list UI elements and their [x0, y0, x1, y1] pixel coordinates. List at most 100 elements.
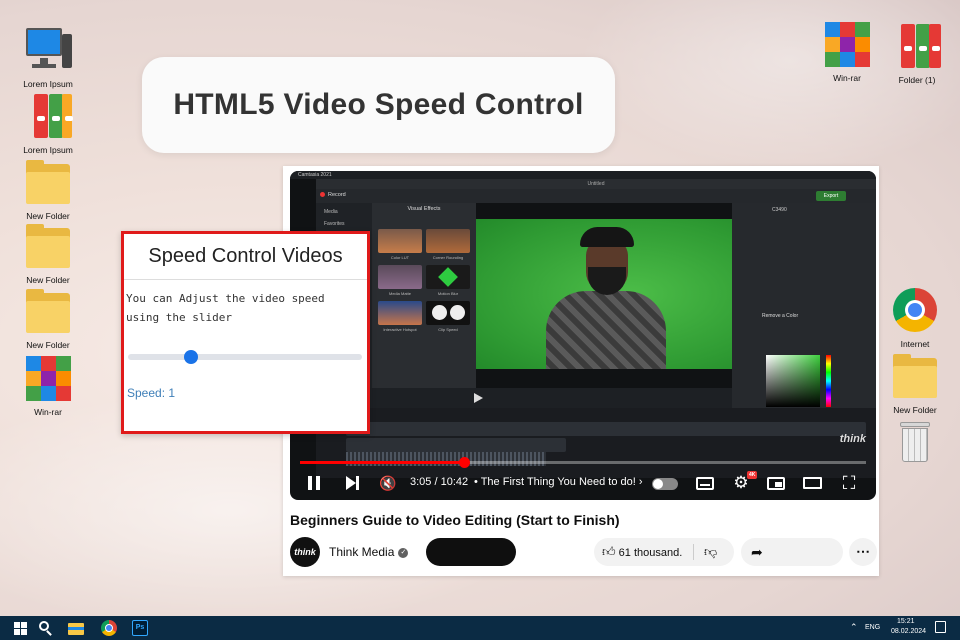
effects-library: Visual Effects Color LUT Corner Rounding…: [372, 203, 476, 408]
chevron-right-icon: ›: [638, 476, 643, 488]
notification-icon[interactable]: [935, 621, 946, 633]
taskbar: Ps ⌃ ENG 15:21 08.02.2024: [0, 616, 960, 640]
timeline-track: [346, 438, 566, 452]
desktop-icon-folder-1[interactable]: Folder (1): [881, 22, 953, 85]
desktop-icon-label: Lorem Ipsum: [23, 79, 73, 89]
time-display: 3:05 / 10:42: [410, 476, 469, 488]
like-button[interactable]: 👍︎ 61 thousand.: [600, 538, 682, 566]
desktop-icon-label: Win-rar: [833, 73, 861, 83]
miniplayer-icon[interactable]: [765, 473, 787, 493]
progress-fill: [300, 461, 465, 464]
camtasia-timeline: [316, 408, 876, 478]
mac-menu-bar: Camtasia 2021: [290, 171, 876, 179]
photoshop-icon[interactable]: Ps: [131, 619, 149, 637]
desktop-icon-label: New Folder: [26, 340, 70, 350]
effect-label: Color LUT: [390, 255, 410, 260]
autoplay-toggle[interactable]: [652, 478, 678, 490]
desktop-icon-label: Lorem Ipsum: [23, 145, 73, 155]
tray-chevron-icon[interactable]: ⌃: [850, 622, 858, 633]
presenter-body: [546, 291, 666, 369]
video-player[interactable]: Camtasia 2021 Untitled Record Export Med…: [290, 171, 876, 500]
folder-icon: [24, 287, 72, 337]
effect-thumb: [378, 265, 422, 289]
video-canvas: [476, 219, 732, 369]
effect-thumb: [378, 301, 422, 325]
desktop-icon-binder[interactable]: Lorem Ipsum: [12, 92, 84, 155]
binder-icon: [24, 92, 73, 142]
desktop-icon-label: Win-rar: [34, 407, 62, 417]
desktop-icon-new-folder[interactable]: New Folder: [879, 352, 951, 415]
youtube-progress-bar[interactable]: [300, 457, 866, 468]
youtube-controls: 🔇 3:05 / 10:42 • The First Thing You Nee…: [290, 470, 876, 496]
speed-value-label: Speed: 1: [127, 386, 176, 400]
desktop-icon-label: New Folder: [26, 211, 70, 221]
effect-thumb: [426, 301, 470, 325]
recycle-bin-icon: [891, 418, 939, 468]
speed-slider-thumb[interactable]: [184, 350, 199, 364]
thumbs-up-icon: 👍︎: [602, 544, 616, 559]
clock-time[interactable]: 15:21: [897, 618, 915, 625]
desktop-icon-label: Folder (1): [898, 75, 936, 85]
desktop-icon-recycle-bin[interactable]: [879, 418, 951, 471]
pause-icon[interactable]: [304, 473, 324, 493]
search-icon[interactable]: [36, 619, 54, 637]
desktop-icon-label: New Folder: [26, 275, 70, 285]
subtitles-icon[interactable]: [694, 473, 716, 493]
folder-icon: [24, 158, 72, 208]
color-picker: [766, 355, 820, 407]
chapter-text: • The First Thing You Need to do!: [474, 476, 636, 488]
sidebar-item-favorites: Favorites: [324, 221, 345, 227]
channel-avatar[interactable]: think: [290, 537, 320, 567]
more-options-button[interactable]: ⋯: [849, 538, 877, 566]
language-indicator[interactable]: ENG: [865, 624, 880, 631]
video-title[interactable]: Beginners Guide to Video Editing (Start …: [290, 512, 620, 528]
dislike-button[interactable]: 👎︎: [704, 538, 717, 566]
fullscreen-icon[interactable]: ⛶: [838, 473, 860, 493]
window-title: Untitled: [587, 181, 605, 187]
speed-panel-heading: Speed Control Videos: [148, 245, 343, 267]
chapter-title[interactable]: • The First Thing You Need to do! ›: [474, 476, 643, 488]
binder-icon: [893, 22, 941, 72]
desktop-icon-new-folder[interactable]: New Folder: [12, 222, 84, 285]
like-dislike-group: 👍︎ 61 thousand. 👎︎: [594, 538, 734, 566]
youtube-video-card: Camtasia 2021 Untitled Record Export Med…: [283, 166, 879, 576]
presenter-cap: [580, 227, 634, 247]
share-button[interactable]: ➦: [741, 538, 843, 566]
title-card: HTML5 Video Speed Control: [142, 57, 615, 153]
file-explorer-icon[interactable]: [67, 619, 85, 637]
clock-date[interactable]: 08.02.2024: [891, 628, 926, 635]
desktop-icon-new-folder[interactable]: New Folder: [12, 158, 84, 221]
computer-icon: [24, 26, 72, 76]
folder-icon: [24, 222, 72, 272]
desktop-icon-computer[interactable]: Lorem Ipsum: [12, 26, 84, 89]
speed-control-panel: Speed Control Videos You can Adjust the …: [121, 231, 370, 434]
effects-heading: Visual Effects: [407, 206, 441, 212]
desktop-icon-winrar[interactable]: Win-rar: [811, 20, 883, 83]
theater-mode-icon[interactable]: [801, 473, 823, 493]
thumbs-down-icon: 👎︎: [704, 544, 718, 559]
desktop-icon-new-folder[interactable]: New Folder: [12, 287, 84, 350]
effect-label: Media Matte: [388, 291, 411, 296]
speed-panel-divider: [124, 279, 367, 280]
speed-slider[interactable]: [128, 350, 362, 364]
timeline-track: [346, 422, 866, 436]
sidebar-item-media: Media: [324, 209, 338, 215]
effect-label: Motion Blur: [437, 291, 459, 296]
channel-name-text: Think Media: [329, 545, 395, 559]
channel-name[interactable]: Think Media ✓: [329, 545, 409, 559]
effect-thumb: [378, 229, 422, 253]
more-dots-icon: ⋯: [856, 543, 870, 559]
desktop-icon-winrar[interactable]: Win-rar: [12, 354, 84, 417]
effect-label: Interactive Hotspot: [383, 327, 417, 332]
mute-icon[interactable]: 🔇: [378, 473, 398, 493]
properties-code: C3490: [772, 207, 787, 213]
speed-panel-description: You can Adjust the video speed using the…: [126, 292, 325, 324]
desktop-icon-internet[interactable]: Internet: [879, 286, 951, 349]
next-icon[interactable]: [342, 473, 362, 493]
camtasia-play-icon: [474, 393, 483, 403]
windows-start-icon[interactable]: [12, 619, 30, 637]
subscribe-button[interactable]: [426, 538, 516, 566]
share-arrow-icon: ➦: [751, 544, 763, 560]
desktop-icon-label: New Folder: [893, 405, 937, 415]
chrome-taskbar-icon[interactable]: [100, 619, 118, 637]
